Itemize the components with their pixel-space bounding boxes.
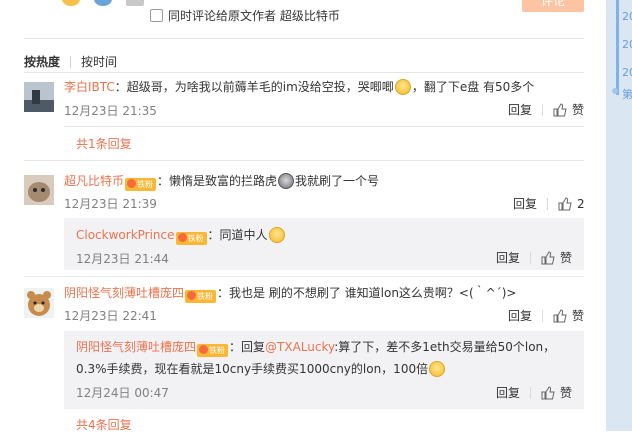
comment-text: ：懒惰是致富的拦路虎: [157, 174, 278, 188]
avatar[interactable]: [24, 175, 54, 205]
composer-toolbar: [62, 0, 154, 6]
tab-sort-hot[interactable]: 按热度: [24, 53, 60, 70]
reply-body: 阴阳怪气刻薄吐槽庞四 铁粉 ：回复@TXALucky:算了下，差不多1eth交易量给…: [76, 339, 555, 357]
laughing-face-icon: [268, 227, 285, 243]
sync-to-author-option[interactable]: 同时评论给原文作者 超级比特币: [150, 7, 340, 24]
divider: [24, 72, 584, 73]
divider: [64, 126, 584, 127]
comment-text-continued: 我就刷了一个号: [295, 174, 380, 188]
fan-badge: 铁粉: [175, 232, 207, 245]
comment-author[interactable]: 阴阳怪气刻薄吐槽庞四: [64, 286, 184, 300]
comment-actions: 回复 赞: [508, 307, 584, 324]
tab-sort-time[interactable]: 按时间: [81, 53, 117, 70]
fan-badge: 铁粉: [185, 290, 217, 303]
divider: [24, 276, 584, 277]
comment-time: 12月23日 21:35: [64, 104, 157, 118]
heart-icon: [187, 291, 197, 300]
image-upload-icon[interactable]: [93, 0, 112, 6]
timeline-bar: [616, 0, 619, 95]
comment-author[interactable]: 超凡比特币: [64, 174, 124, 188]
sort-separator: [70, 55, 72, 68]
comment-time: 12月23日 21:39: [64, 197, 157, 211]
sidebar-item[interactable]: 20: [622, 66, 632, 79]
sort-tabs: 按热度 按时间: [24, 53, 117, 70]
like-count[interactable]: 2: [577, 197, 585, 211]
thumbs-up-icon[interactable]: [541, 385, 555, 400]
reply-text-continued: 0.3%手续费，现在看就是10cny手续费买1000cny的lon，100倍: [76, 362, 429, 376]
mention-link[interactable]: @TXALucky: [265, 340, 334, 354]
sidebar-item[interactable]: 20: [622, 38, 632, 51]
action-separator: [547, 197, 549, 210]
like-button[interactable]: 赞: [560, 249, 572, 266]
reply-actions: 回复 赞: [496, 384, 572, 401]
reply-time: 12月24日 00:47: [76, 386, 169, 400]
expand-replies-link[interactable]: 共4条回复: [76, 416, 132, 433]
divider: [24, 38, 584, 39]
heart-icon: [199, 345, 209, 354]
sidebar-item[interactable]: 20: [622, 10, 632, 23]
sync-checkbox[interactable]: [150, 9, 163, 22]
like-button[interactable]: 赞: [560, 384, 572, 401]
page: 评论 同时评论给原文作者 超级比特币 按热度 按时间 李白IBTC：超级哥，为啥…: [0, 0, 632, 433]
reply-button[interactable]: 回复: [513, 195, 537, 212]
comments-panel: 评论 同时评论给原文作者 超级比特币 按热度 按时间 李白IBTC：超级哥，为啥…: [0, 0, 606, 433]
reply-text-continued: :算了下，差不多1eth交易量给50个lon，: [334, 340, 556, 354]
heart-icon: [177, 233, 187, 242]
fan-badge: 铁粉: [125, 178, 157, 191]
fan-badge: 铁粉: [197, 344, 229, 357]
sidebar-item[interactable]: 第: [622, 86, 632, 102]
reply-body: ClockworkPrince 铁粉 ：同道中人: [76, 227, 286, 245]
comment-text: ：超级哥，为啥我以前薅羊毛的im没给空投，哭唧唧: [114, 80, 394, 94]
reply-button[interactable]: 回复: [508, 101, 532, 118]
post-comment-button[interactable]: 评论: [522, 0, 584, 12]
emoji-picker-icon[interactable]: [62, 0, 80, 6]
comment-body: 超凡比特币 铁粉 ：懒惰是致富的拦路虎 我就刷了一个号: [64, 173, 379, 191]
sync-label: 同时评论给原文作者 超级比特币: [168, 9, 340, 23]
action-separator: [542, 103, 544, 116]
action-separator: [530, 251, 532, 264]
comment-actions: 回复 2: [513, 195, 585, 212]
like-button[interactable]: 赞: [572, 101, 584, 118]
reply-button[interactable]: 回复: [496, 249, 520, 266]
reply-body-line2: 0.3%手续费，现在看就是10cny手续费买1000cny的lon，100倍: [76, 361, 446, 377]
comment-body: 李白IBTC：超级哥，为啥我以前薅羊毛的im没给空投，哭唧唧 ，翻了下e盘 有50…: [64, 79, 534, 95]
thumbs-up-icon[interactable]: [553, 102, 567, 117]
comment-actions: 回复 赞: [508, 101, 584, 118]
avatar[interactable]: [24, 288, 54, 318]
comment-text: ：我也是 刷的不想刷了 谁知道lon这么贵啊？<(｀^´)>: [217, 286, 517, 300]
comment-time: 12月23日 22:41: [64, 309, 157, 323]
action-separator: [530, 386, 532, 399]
reply-text: ：回复: [229, 340, 266, 354]
expand-replies-link[interactable]: 共1条回复: [76, 135, 132, 152]
reply-button[interactable]: 回复: [508, 307, 532, 324]
timeline-dot: [612, 88, 618, 94]
thumbs-up-icon[interactable]: [541, 250, 555, 265]
laughing-face-icon: [429, 361, 446, 377]
like-button[interactable]: 赞: [572, 307, 584, 324]
thumbs-up-icon[interactable]: [553, 308, 567, 323]
reply-text: ：同道中人: [207, 228, 268, 242]
reply-time: 12月23日 21:44: [76, 252, 169, 266]
avatar[interactable]: [24, 82, 54, 112]
crying-face-icon: [394, 79, 411, 95]
comment-author[interactable]: 李白IBTC: [64, 80, 115, 94]
heart-icon: [127, 179, 137, 188]
reply-button[interactable]: 回复: [496, 384, 520, 401]
action-separator: [542, 309, 544, 322]
reply-author[interactable]: ClockworkPrince: [76, 228, 175, 242]
comment-body: 阴阳怪气刻薄吐槽庞四 铁粉 ：我也是 刷的不想刷了 谁知道lon这么贵啊？<(｀^´…: [64, 285, 516, 303]
more-icon[interactable]: [125, 0, 144, 6]
divider: [24, 160, 584, 161]
reply-author[interactable]: 阴阳怪气刻薄吐槽庞四: [76, 340, 196, 354]
reply-actions: 回复 赞: [496, 249, 572, 266]
right-sidebar: [606, 0, 632, 431]
tiger-face-icon: [278, 173, 295, 189]
thumbs-up-icon[interactable]: [558, 196, 572, 211]
comment-text-continued: ，翻了下e盘 有50多个: [411, 80, 535, 94]
